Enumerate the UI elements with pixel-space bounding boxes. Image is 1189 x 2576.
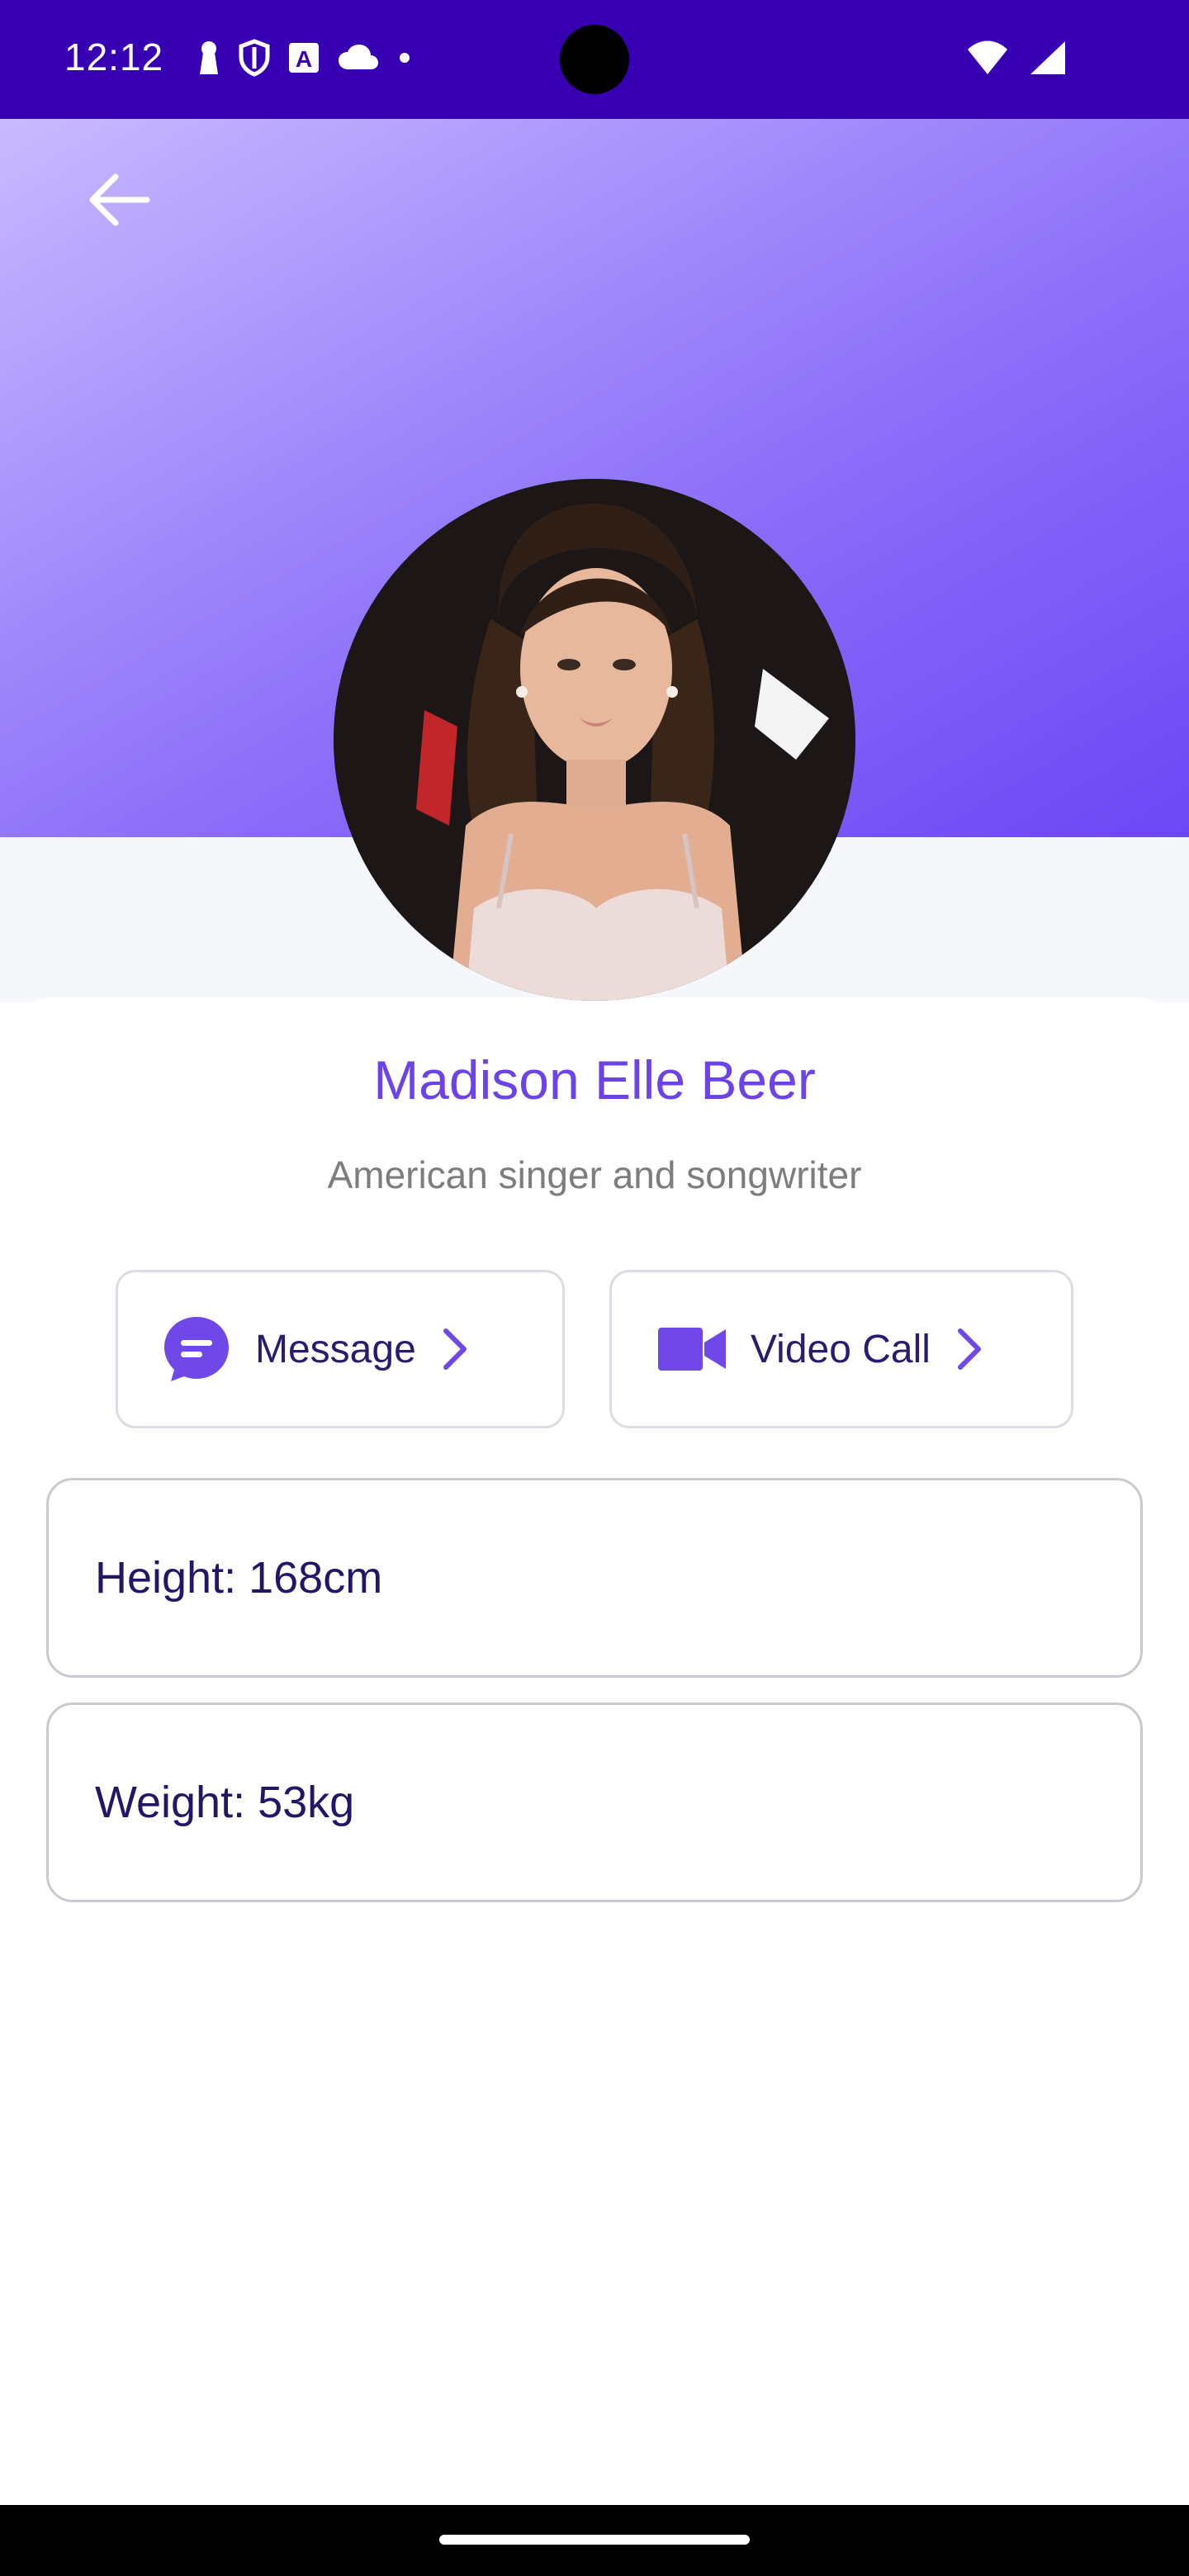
dot-icon [396, 50, 413, 70]
status-icons-left: A [197, 38, 413, 81]
shield-icon [238, 38, 271, 81]
status-time: 12:12 [64, 36, 164, 78]
video-call-button[interactable]: Video Call [609, 1270, 1073, 1428]
chevron-right-icon [439, 1328, 469, 1371]
status-icons-right [966, 38, 1067, 81]
wifi-icon [966, 40, 1009, 80]
weight-info-card: Weight: 53kg [46, 1702, 1143, 1902]
a-badge-icon: A [287, 41, 320, 78]
profile-name: Madison Elle Beer [373, 1049, 816, 1110]
profile-subtitle: American singer and songwriter [327, 1153, 862, 1196]
home-indicator[interactable] [439, 2535, 750, 2545]
status-bar: 12:12 A [0, 0, 1189, 119]
keyhole-icon [197, 40, 221, 80]
svg-text:A: A [296, 46, 312, 72]
height-text: Height: 168cm [95, 1553, 383, 1603]
chevron-right-icon [954, 1328, 983, 1371]
signal-icon [1029, 40, 1067, 80]
height-info-card: Height: 168cm [46, 1478, 1143, 1678]
back-button[interactable] [79, 162, 159, 241]
video-camera-icon [656, 1324, 727, 1374]
message-bubble-icon [161, 1314, 232, 1385]
video-call-button-label: Video Call [751, 1327, 931, 1371]
cloud-icon [337, 43, 380, 77]
avatar [334, 479, 855, 1001]
message-button-label: Message [255, 1327, 416, 1371]
message-button[interactable]: Message [116, 1270, 565, 1428]
arrow-left-icon [86, 171, 152, 233]
weight-text: Weight: 53kg [95, 1778, 355, 1827]
camera-cutout [560, 25, 629, 94]
